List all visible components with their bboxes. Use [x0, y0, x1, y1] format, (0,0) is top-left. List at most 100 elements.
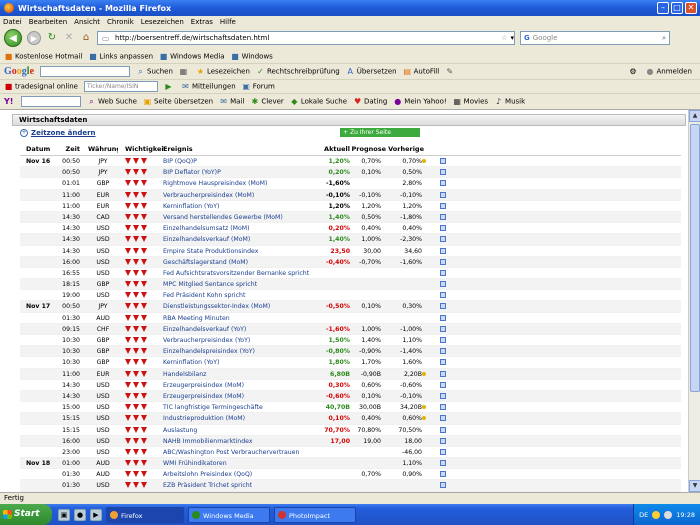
row-event-link[interactable]: Geschäftslagerstand (MoM): [163, 257, 343, 267]
reload-icon[interactable]: ↻: [46, 32, 58, 44]
details-icon[interactable]: [439, 212, 447, 222]
google-autofill-button[interactable]: ▤ AutoFill: [403, 67, 439, 76]
language-indicator[interactable]: DE: [639, 511, 648, 519]
task-media-player[interactable]: Windows Media Player: [188, 506, 270, 523]
row-event-link[interactable]: Fed Aufsichtsratsvorsitzender Bernanke s…: [163, 268, 343, 278]
plus-icon[interactable]: +: [20, 129, 28, 137]
table-row[interactable]: 11:00 EUR Handelsbilanz 6,80B -0,90B 2,20B: [20, 368, 681, 380]
table-row[interactable]: Nov 17 00:50 JPY Dienstleistungssektor-Inde…: [20, 301, 681, 313]
google-spellcheck-button[interactable]: ✓ Rechtschreibprüfung: [256, 67, 340, 76]
ticker-input[interactable]: Ticker/Name/ISIN: [83, 81, 158, 92]
row-event-link[interactable]: WMI Frühindikatoren: [163, 458, 343, 468]
yahoo-music-button[interactable]: ♪ Musik: [494, 97, 525, 106]
table-row[interactable]: 15:15 USD Auslastung 70,70% 70,80% 70,50%: [20, 425, 681, 436]
details-icon[interactable]: [439, 480, 447, 490]
row-event-link[interactable]: Einzelhandelsverkauf (YoY): [163, 324, 343, 334]
details-icon[interactable]: [439, 156, 447, 166]
row-event-link[interactable]: Kerninflation (YoY): [163, 201, 343, 211]
browser-quicklaunch-icon[interactable]: ●: [74, 508, 86, 521]
row-event-link[interactable]: Rightmove Hauspreisindex (MoM): [163, 178, 343, 188]
table-row[interactable]: 10:30 GBP Kerninflation (YoY) 1,80% 1,70% 1,6…: [20, 357, 681, 369]
media-quicklaunch-icon[interactable]: ▶: [90, 508, 102, 521]
details-icon[interactable]: [439, 402, 447, 412]
table-row[interactable]: 16:00 USD Geschäftslagerstand (MoM) -0,40% -…: [20, 256, 681, 268]
yahoo-myyahoo-button[interactable]: ● Mein Yahoo!: [393, 97, 446, 106]
table-row[interactable]: 14:30 USD Einzelhandelsumsatz (MoM) 0,20% 0,…: [20, 223, 681, 235]
details-icon[interactable]: [439, 346, 447, 356]
table-row[interactable]: 16:55 USD Fed Aufsichtsratsvorsitzender Be…: [20, 268, 681, 280]
menu-history[interactable]: Chronik: [107, 18, 134, 26]
row-event-link[interactable]: Erzeugerpreisindex (MoM): [163, 391, 343, 401]
bookmark-star-icon[interactable]: ☆: [501, 34, 507, 42]
google-signin-button[interactable]: ● Anmelden: [646, 67, 692, 76]
details-icon[interactable]: [439, 357, 447, 367]
table-row[interactable]: 01:30 AUD Arbeitslohn Preisindex (QoQ) 0,70…: [20, 469, 681, 481]
yahoo-movies-button[interactable]: ▦ Movies: [453, 97, 488, 106]
details-icon[interactable]: [439, 201, 447, 211]
details-icon[interactable]: [439, 268, 447, 278]
details-icon[interactable]: [439, 178, 447, 188]
window-titlebar[interactable]: Wirtschaftsdaten - Mozilla Firefox – □ ✕: [0, 0, 700, 16]
yahoo-mail-button[interactable]: ✉ Mail: [219, 97, 244, 106]
bookmark-windows[interactable]: ■ Windows: [231, 52, 273, 61]
table-row[interactable]: 14:30 USD Einzelhandelsverkauf (MoM) 1,40% 1…: [20, 234, 681, 246]
table-row[interactable]: 10:30 GBP Einzelhandelspreisindex (YoY) -0,…: [20, 346, 681, 358]
table-row[interactable]: 19:00 USD Fed Präsident Kohn spricht: [20, 290, 681, 302]
maximize-button[interactable]: □: [671, 2, 683, 14]
tradesignal-logo[interactable]: ■ tradesignal online: [4, 82, 78, 91]
table-row[interactable]: Nov 18 01:00 AUD WMI Frühindikatoren 1,10%: [20, 458, 681, 470]
grid-icon[interactable]: ▦: [179, 67, 188, 76]
table-row[interactable]: 14:30 USD Empire State Produktionsindex 23,…: [20, 246, 681, 257]
table-row[interactable]: 09:15 CHF Einzelhandelsverkauf (YoY) -1,60%…: [20, 323, 681, 335]
row-event-link[interactable]: Erzeugerpreisindex (MoM): [163, 380, 343, 390]
details-icon[interactable]: [439, 458, 447, 468]
details-icon[interactable]: [439, 246, 447, 256]
details-icon[interactable]: [439, 313, 447, 323]
volume-tray-icon[interactable]: [664, 510, 673, 519]
row-event-link[interactable]: Fed Präsident Kohn spricht: [163, 290, 343, 300]
url-bar[interactable]: ▭ http://boersentreff.de/wirtschaftsdate…: [97, 31, 515, 45]
add-to-page-button[interactable]: + Zu Ihrer Seite hinzufügen: [340, 128, 420, 145]
bookmark-windows-media[interactable]: ■ Windows Media: [159, 52, 225, 61]
yahoo-web-search-button[interactable]: ⌕ Web Suche: [87, 97, 137, 106]
bookmark-links[interactable]: ■ Links anpassen: [88, 52, 153, 61]
search-input[interactable]: G Google ⌕: [520, 31, 670, 45]
magnifier-icon[interactable]: ⌕: [662, 34, 666, 43]
row-event-link[interactable]: Industrieproduktion (MoM): [163, 413, 343, 423]
details-icon[interactable]: [439, 167, 447, 177]
row-event-link[interactable]: Empire State Produktionsindex: [163, 246, 343, 256]
table-row[interactable]: 16:00 USD NAHB Immobilienmarktindex 17,00 19…: [20, 435, 681, 447]
yahoo-translate-button[interactable]: ▣ Seite übersetzen: [143, 97, 213, 106]
row-event-link[interactable]: MPC Mitglied Sentance spricht: [163, 279, 343, 289]
details-icon[interactable]: [439, 290, 447, 300]
table-row[interactable]: 14:30 USD Erzeugerpreisindex (MoM) -0,60% 0,…: [20, 390, 681, 403]
table-row[interactable]: 18:15 GBP MPC Mitglied Sentance spricht: [20, 279, 681, 291]
row-event-link[interactable]: Versand herstellendes Gewerbe (MoM): [163, 212, 343, 222]
details-icon[interactable]: [439, 380, 447, 390]
google-search-button[interactable]: ⌕ Suchen: [136, 67, 173, 76]
table-row[interactable]: 10:30 GBP Verbraucherpreisindex (YoY) 1,50%…: [20, 335, 681, 347]
table-row[interactable]: 15:15 USD Industrieproduktion (MoM) 0,10% 0,…: [20, 413, 681, 425]
row-event-link[interactable]: TIC langfristige Termingeschäfte: [163, 402, 343, 412]
table-row[interactable]: 14:30 CAD Versand herstellendes Gewerbe (M…: [20, 211, 681, 224]
row-event-link[interactable]: BIP (QoQ)P: [163, 156, 343, 166]
row-event-link[interactable]: BIP Deflator (YoY)P: [163, 167, 343, 177]
table-row[interactable]: 15:00 USD TIC langfristige Termingeschäfte…: [20, 402, 681, 414]
vertical-scrollbar[interactable]: ▲ ▼: [688, 110, 700, 492]
yahoo-search-input[interactable]: [21, 96, 81, 107]
row-event-link[interactable]: Arbeitslohn Preisindex (QoQ): [163, 469, 343, 479]
back-button[interactable]: ◀: [4, 29, 22, 47]
minimize-button[interactable]: –: [657, 2, 669, 14]
row-event-link[interactable]: ABC/Washington Post Verbrauchervertrauen: [163, 447, 343, 457]
details-icon[interactable]: [439, 279, 447, 289]
details-icon[interactable]: [439, 413, 447, 423]
details-icon[interactable]: [439, 447, 447, 457]
details-icon[interactable]: [439, 469, 447, 479]
row-event-link[interactable]: Einzelhandelsverkauf (MoM): [163, 234, 343, 244]
stop-icon[interactable]: ✕: [63, 32, 75, 44]
details-icon[interactable]: [439, 234, 447, 244]
details-icon[interactable]: [439, 369, 447, 379]
table-row[interactable]: 11:00 EUR Verbraucherpreisindex (MoM) -0,10…: [20, 189, 681, 201]
yahoo-dating-button[interactable]: ♥ Dating: [353, 97, 387, 106]
table-row[interactable]: 00:50 JPY BIP Deflator (YoY)P 0,20% 0,10% 0,5…: [20, 167, 681, 179]
